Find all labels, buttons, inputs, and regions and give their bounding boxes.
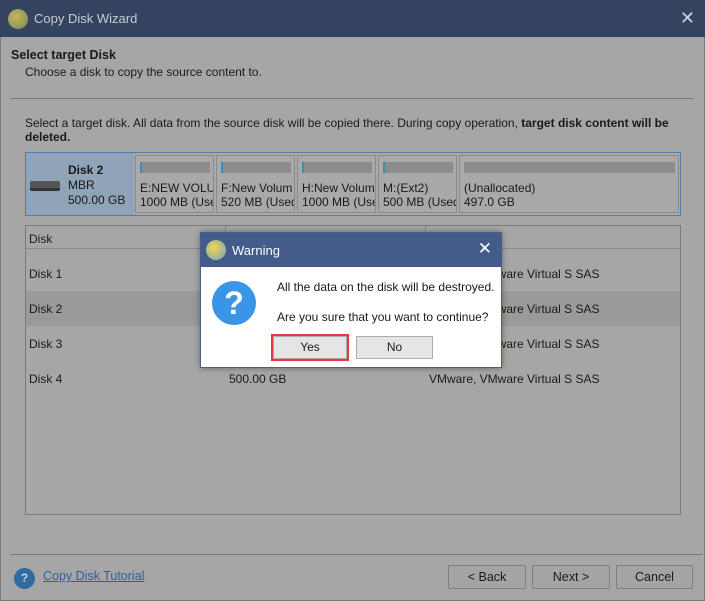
- yes-button[interactable]: Yes: [271, 334, 349, 361]
- no-button[interactable]: No: [356, 336, 433, 359]
- window-title: Copy Disk Wizard: [34, 11, 138, 26]
- dialog-title: Warning: [232, 242, 280, 258]
- cell-model: VMware, VMware Virtual S SAS: [429, 371, 600, 386]
- divider: [11, 98, 693, 99]
- next-button[interactable]: Next >: [532, 565, 610, 589]
- dialog-message: All the data on the disk will be destroy…: [277, 280, 495, 294]
- close-icon[interactable]: ✕: [478, 239, 492, 259]
- disk-type: MBR: [68, 178, 95, 192]
- partition[interactable]: E:NEW VOLU1000 MB (Used: [135, 155, 214, 213]
- partition-info: 497.0 GB: [464, 195, 515, 209]
- partition-label: F:New Volum: [221, 181, 293, 195]
- app-icon: [206, 240, 226, 260]
- divider: [11, 554, 703, 555]
- partition-label: M:(Ext2): [383, 181, 429, 195]
- partition[interactable]: F:New Volum 520 MB (Used: [216, 155, 295, 213]
- partition-info: 1000 MB (Used: [140, 195, 213, 209]
- help-icon[interactable]: ?: [14, 568, 35, 589]
- usage-bar: [302, 162, 372, 173]
- page-subtitle: Choose a disk to copy the source content…: [25, 65, 262, 79]
- app-icon: [8, 8, 28, 29]
- cell-disk: Disk 2: [29, 301, 63, 316]
- usage-bar: [140, 162, 210, 173]
- warning-dialog: Warning ✕ ? All the data on the disk wil…: [200, 232, 502, 368]
- usage-bar: [221, 162, 291, 173]
- cell-disk: Disk 1: [29, 266, 63, 281]
- partition[interactable]: H:New Volum1000 MB (Used: [297, 155, 376, 213]
- hard-disk-icon: [30, 181, 60, 191]
- back-button[interactable]: < Back: [448, 565, 526, 589]
- close-icon[interactable]: ✕: [680, 8, 695, 29]
- partition[interactable]: (Unallocated) 497.0 GB: [459, 155, 679, 213]
- usage-bar: [464, 162, 675, 173]
- disk-map[interactable]: Disk 2 MBR 500.00 GB E:NEW VOLU 1000 MB (…: [25, 152, 681, 216]
- disk-name: Disk 2: [68, 163, 104, 177]
- partition[interactable]: M:(Ext2) 500 MB (Used: [378, 155, 457, 213]
- tutorial-link[interactable]: Copy Disk Tutorial: [43, 569, 144, 583]
- partition-info: 500 MB (Used: [383, 195, 457, 209]
- column-header-disk[interactable]: Disk: [26, 226, 226, 248]
- disk-map-disk[interactable]: Disk 2 MBR 500.00 GB: [26, 153, 134, 215]
- usage-bar: [383, 162, 453, 173]
- description: Select a target disk. All data from the …: [25, 116, 675, 144]
- disk-size: 500.00 GB: [68, 193, 126, 207]
- partition-label: E:NEW VOLU: [140, 181, 214, 195]
- partition-label: H:New Volum: [302, 181, 375, 195]
- cancel-button[interactable]: Cancel: [616, 565, 693, 589]
- title-bar: Copy Disk Wizard ✕: [0, 0, 705, 37]
- page-title: Select target Disk: [11, 48, 116, 62]
- partition-info: 1000 MB (Used: [302, 195, 375, 209]
- question-icon: ?: [212, 281, 256, 325]
- cell-disk: Disk 3: [29, 336, 63, 351]
- dialog-title-bar: Warning ✕: [201, 233, 501, 267]
- cell-disk: Disk 4: [29, 371, 63, 386]
- cell-capacity: 500.00 GB: [229, 371, 287, 386]
- dialog-question: Are you sure that you want to continue?: [277, 310, 489, 324]
- partition-info: 520 MB (Used: [221, 195, 295, 209]
- description-text: Select a target disk. All data from the …: [25, 116, 522, 130]
- partition-label: (Unallocated): [464, 181, 536, 195]
